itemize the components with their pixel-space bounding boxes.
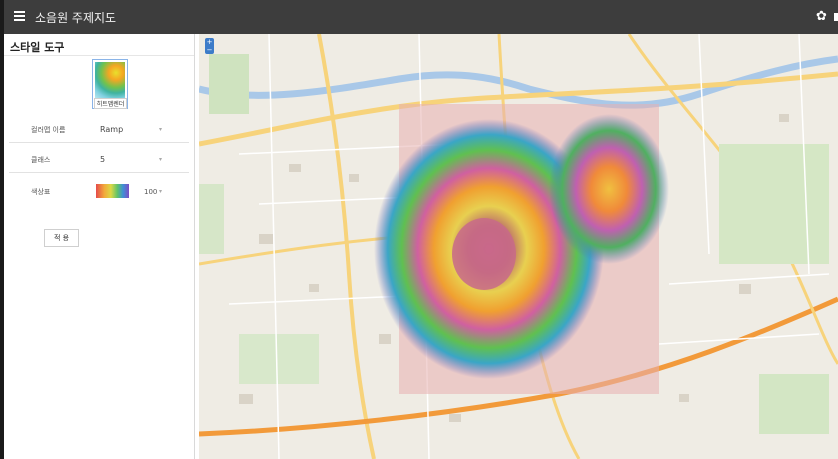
colormap-name-select[interactable]: Ramp (100, 125, 123, 134)
zoom-control-icon[interactable]: + − (205, 38, 214, 54)
divider (4, 55, 194, 56)
heatmap-preview-icon (95, 62, 125, 98)
chevron-down-icon[interactable]: ▾ (159, 156, 162, 163)
class-select[interactable]: 5 (100, 155, 105, 164)
color-ramp-swatch[interactable] (96, 184, 129, 198)
class-row[interactable]: 클래스 5 ▾ (4, 147, 194, 173)
color-ramp-value[interactable]: 100 (144, 188, 157, 196)
map-canvas (199, 34, 838, 459)
divider (9, 142, 189, 143)
gear-icon[interactable]: ✿ (816, 9, 827, 24)
heatmap-style-thumbnail[interactable]: 히트맵렌더 (92, 59, 128, 109)
divider (9, 172, 189, 173)
apply-button[interactable]: 적 용 (44, 229, 79, 247)
style-tool-panel: 스타일 도구 히트맵렌더 컬러맵 이름 Ramp ▾ 클래스 5 ▾ 색상표 1… (4, 34, 195, 459)
title-bar: 소음원 주제지도 ✿ (4, 0, 838, 34)
more-icon[interactable] (834, 13, 838, 21)
app-title: 소음원 주제지도 (35, 11, 117, 25)
chevron-down-icon[interactable]: ▾ (159, 126, 162, 133)
colormap-name-label: 컬러맵 이름 (31, 126, 66, 134)
chevron-down-icon[interactable]: ▾ (159, 188, 162, 195)
class-label: 클래스 (31, 156, 51, 164)
hamburger-menu-icon[interactable] (14, 11, 25, 22)
app-window: 소음원 주제지도 ✿ 스타일 도구 히트맵렌더 컬러맵 이름 Ramp ▾ 클래… (0, 0, 838, 459)
thumbnail-label: 히트맵렌더 (94, 98, 127, 109)
panel-title: 스타일 도구 (10, 41, 65, 54)
color-ramp-row[interactable]: 색상표 100 ▾ (4, 179, 194, 205)
colormap-name-row[interactable]: 컬러맵 이름 Ramp ▾ (4, 117, 194, 143)
map-view[interactable]: + − (199, 34, 838, 459)
color-ramp-label: 색상표 (31, 188, 51, 196)
